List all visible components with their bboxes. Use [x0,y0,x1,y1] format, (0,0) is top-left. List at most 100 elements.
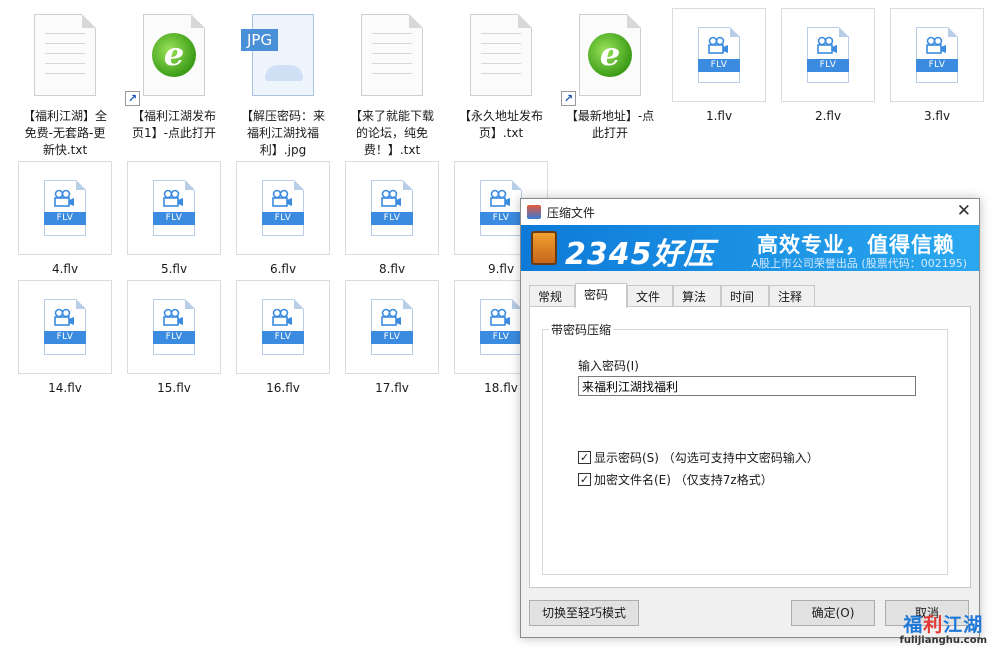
file-item[interactable]: FLV 15.flv [124,280,224,397]
file-item[interactable]: FLV 3.flv [887,8,987,125]
haozip-app-icon [527,205,541,219]
file-name: 【永久地址发布页】.txt [458,109,543,140]
video-file-icon: FLV [262,180,304,236]
encrypt-names-checkbox[interactable]: ✓ 加密文件名(E) （仅支持7z格式） [578,471,773,488]
video-file-icon: FLV [916,27,958,83]
tab-general[interactable]: 常规 [529,285,575,307]
video-file-icon: FLV [262,299,304,355]
text-document-icon [34,14,96,96]
video-file-icon: FLV [480,299,522,355]
file-thumb [18,8,112,102]
file-name: 14.flv [48,381,82,395]
video-camera-icon [163,308,183,326]
file-name: 16.flv [266,381,300,395]
internet-shortcut-icon: e [579,14,641,96]
file-name: 1.flv [705,109,733,123]
flv-band: FLV [262,212,304,225]
file-thumb: FLV [890,8,984,102]
flv-band: FLV [480,331,522,344]
flv-band: FLV [153,331,195,344]
video-camera-icon [490,189,510,207]
tab-password[interactable]: 密码 [575,283,627,308]
video-file-icon: FLV [371,299,413,355]
file-item[interactable]: FLV 14.flv [15,280,115,397]
flv-band: FLV [371,212,413,225]
video-camera-icon [926,36,946,54]
file-item[interactable]: e ↗ 【福利江湖发布页1】-点此打开 [124,8,224,142]
file-name: 【来了就能下载的论坛，纯免费！】.txt [349,109,434,157]
file-thumb: e ↗ [125,8,221,106]
encrypt-names-label: 加密文件名(E) （仅支持7z格式） [594,473,773,487]
internet-shortcut-icon: e [143,14,205,96]
tab-time[interactable]: 时间 [721,285,769,307]
file-item[interactable]: FLV 1.flv [669,8,769,125]
video-file-icon: FLV [44,180,86,236]
file-item[interactable]: FLV 8.flv [342,161,442,278]
flv-band: FLV [371,331,413,344]
watermark-text-red: 利 [923,614,944,636]
file-item[interactable]: JPG 【解压密码：来福利江湖找福利】.jpg [233,8,333,159]
file-item[interactable]: 【来了就能下载的论坛，纯免费！】.txt [342,8,442,159]
compress-dialog: 压缩文件 ✕ 2345好压 高效专业，值得信赖 A股上市公司荣誉出品 (股票代码… [520,198,980,638]
video-file-icon: FLV [371,180,413,236]
show-password-checkbox[interactable]: ✓ 显示密码(S) （勾选可支持中文密码输入） [578,449,819,466]
flv-band: FLV [44,212,86,225]
file-thumb: FLV [345,280,439,374]
flv-band: FLV [153,212,195,225]
file-item[interactable]: FLV 6.flv [233,161,333,278]
file-name: 6.flv [269,262,297,276]
flv-band: FLV [262,331,304,344]
video-camera-icon [54,189,74,207]
video-camera-icon [708,36,728,54]
file-item[interactable]: FLV 2.flv [778,8,878,125]
checkbox-check-icon: ✓ [578,451,591,464]
shortcut-arrow-icon: ↗ [561,91,576,106]
file-item[interactable]: FLV 4.flv [15,161,115,278]
dialog-titlebar[interactable]: 压缩文件 ✕ [521,199,979,225]
file-item[interactable]: FLV 17.flv [342,280,442,397]
watermark-text-1: 福 [903,614,924,636]
file-name: 8.flv [378,262,406,276]
video-camera-icon [272,308,292,326]
file-item[interactable]: FLV 5.flv [124,161,224,278]
video-camera-icon [817,36,837,54]
brand-logo-text: 2345好压 [565,237,715,271]
flv-band: FLV [807,59,849,72]
tab-files[interactable]: 文件 [627,285,673,307]
video-file-icon: FLV [807,27,849,83]
image-file-icon: JPG [241,14,314,96]
tab-algorithm[interactable]: 算法 [673,285,721,307]
file-name: 2.flv [814,109,842,123]
file-thumb: e ↗ [561,8,657,106]
file-item[interactable]: 【永久地址发布页】.txt [451,8,551,142]
password-input[interactable] [578,376,916,396]
video-camera-icon [381,308,401,326]
file-item[interactable]: e ↗ 【最新地址】-点此打开 [560,8,660,142]
video-camera-icon [54,308,74,326]
file-name: 15.flv [157,381,191,395]
file-item[interactable]: FLV 16.flv [233,280,333,397]
watermark-text-2: 江湖 [943,614,984,636]
flv-band: FLV [480,212,522,225]
ok-button[interactable]: 确定(O) [791,600,875,626]
file-thumb: FLV [236,161,330,255]
switch-mode-button[interactable]: 切换至轻巧模式 [529,600,639,626]
dialog-title: 压缩文件 [547,206,596,220]
ie-logo-icon: e [152,33,196,77]
file-name: 【福利江湖发布页1】-点此打开 [131,109,216,140]
tab-comment[interactable]: 注释 [769,285,815,307]
text-document-icon [470,14,532,96]
file-item[interactable]: 【福利江湖】全免费-无套路-更新快.txt [15,8,115,159]
file-thumb: FLV [18,161,112,255]
video-camera-icon [272,189,292,207]
file-thumb [345,8,439,102]
file-thumb: FLV [781,8,875,102]
site-watermark: 福利江湖 fulijianghu.com [900,610,987,646]
close-icon[interactable]: ✕ [957,201,971,221]
video-file-icon: FLV [44,299,86,355]
flv-band: FLV [698,59,740,72]
file-name: 【福利江湖】全免费-无套路-更新快.txt [22,109,107,157]
checkbox-check-icon: ✓ [578,473,591,486]
jpg-tag: JPG [241,29,279,51]
file-thumb: FLV [127,280,221,374]
